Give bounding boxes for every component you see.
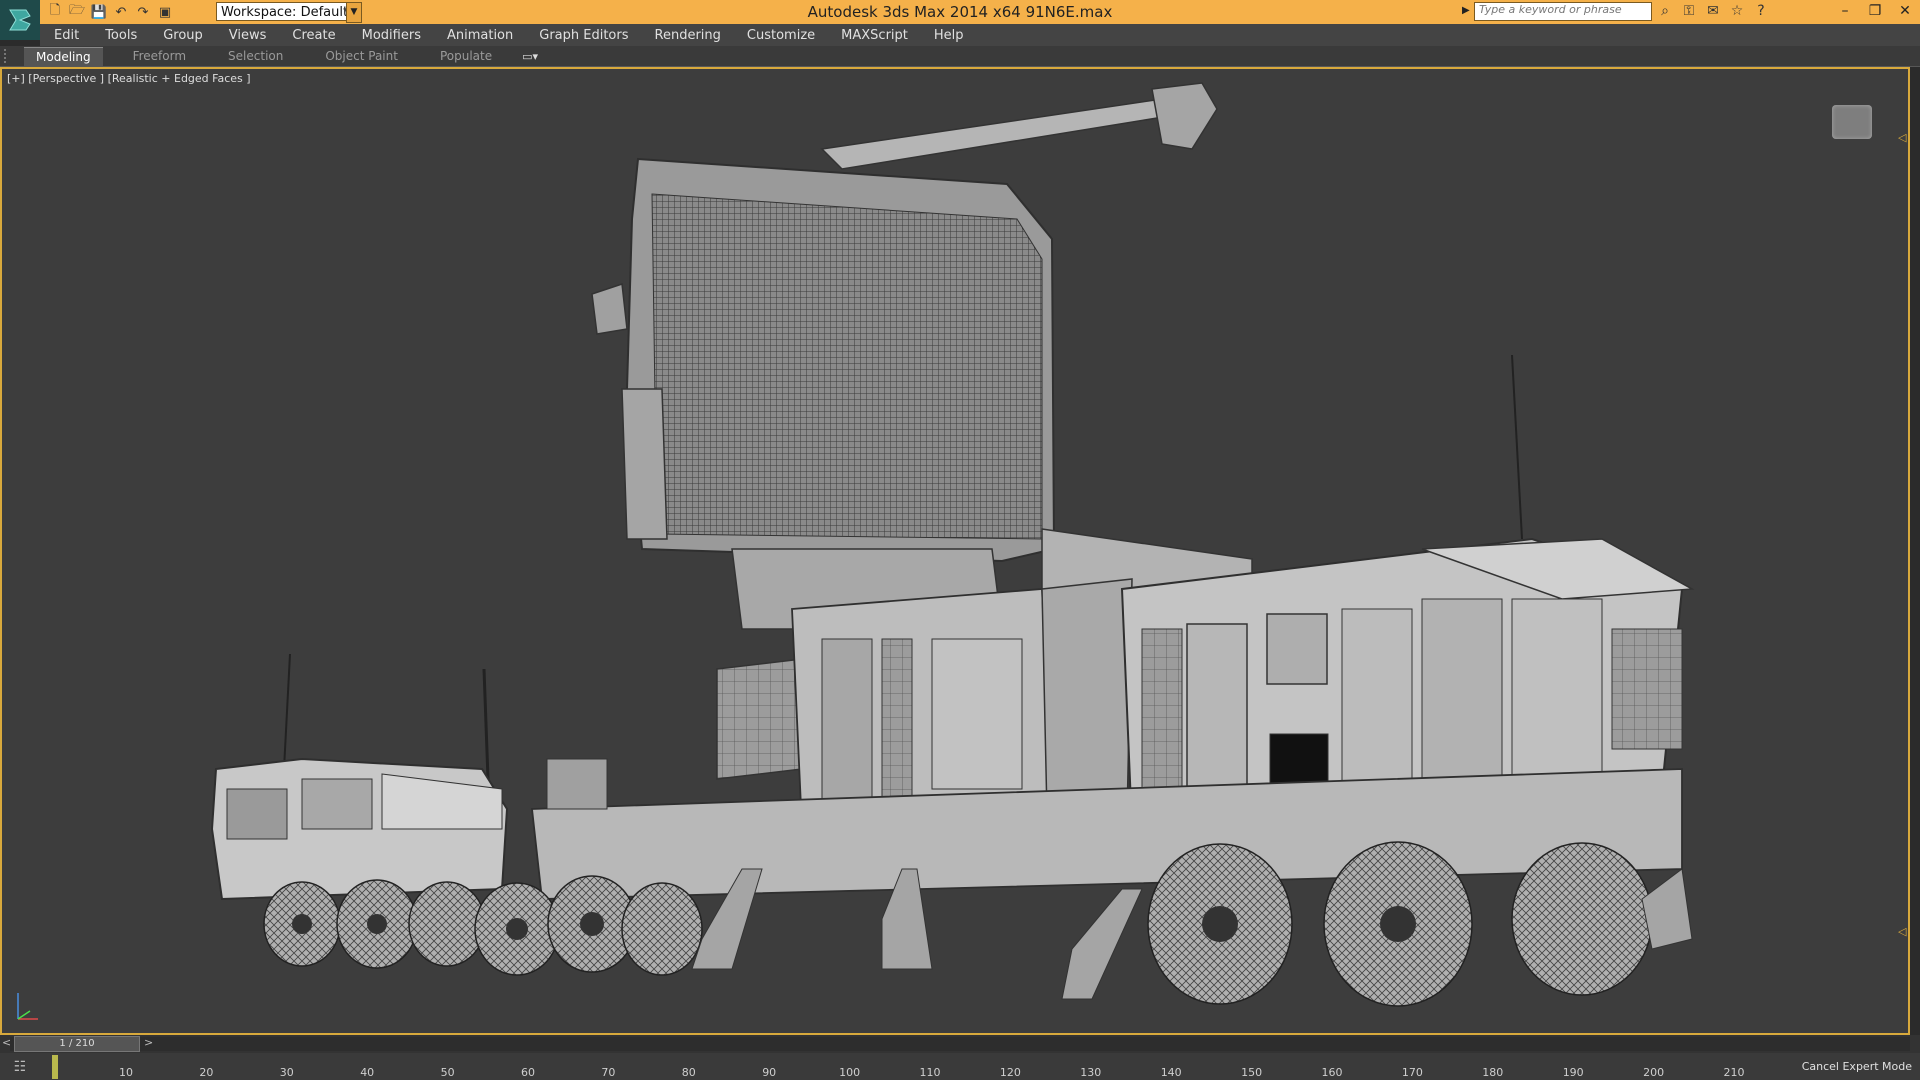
time-slider-handle[interactable]: 1 / 210 [14, 1036, 140, 1052]
timeline-tick-label: 180 [1482, 1066, 1504, 1079]
menu-tools[interactable]: Tools [105, 28, 137, 43]
menu-customize[interactable]: Customize [747, 28, 815, 43]
time-slider[interactable]: < 1 / 210 > [0, 1035, 1920, 1053]
help-icon[interactable]: ? [1752, 2, 1770, 20]
timeline-tick-label: 50 [440, 1066, 455, 1079]
info-center-toolbar: ⌕ ⚿ ✉ ☆ ? [1656, 2, 1770, 20]
menu-modifiers[interactable]: Modifiers [362, 28, 421, 43]
time-slider-next-button[interactable]: > [144, 1036, 153, 1049]
communication-center-icon[interactable]: ✉ [1704, 2, 1722, 20]
menu-help[interactable]: Help [934, 28, 964, 43]
timeline-tick-label: 10 [119, 1066, 133, 1079]
current-frame-marker [52, 1055, 58, 1079]
tab-modeling[interactable]: Modeling [24, 46, 103, 66]
timeline-tick-label: 200 [1643, 1066, 1665, 1079]
menu-group[interactable]: Group [163, 28, 203, 43]
track-bar: ☷ 10 20 30 40 50 60 70 80 90 100 110 120 130 140 150 16… [0, 1053, 1920, 1080]
menu-rendering[interactable]: Rendering [655, 28, 721, 43]
wheel-group-rear [1147, 841, 1653, 1007]
timeline-tick-label: 110 [919, 1066, 941, 1079]
restore-button[interactable]: ❐ [1860, 0, 1890, 22]
open-file-icon[interactable]: 🗁 [68, 3, 86, 21]
vehicle-model-render [210, 82, 1695, 1007]
menu-maxscript[interactable]: MAXScript [841, 28, 908, 43]
timeline-tick-label: 90 [762, 1066, 777, 1079]
menu-views[interactable]: Views [229, 28, 267, 43]
search-expand-icon[interactable]: ▶ [1462, 5, 1470, 16]
tab-selection[interactable]: Selection [216, 47, 295, 65]
ribbon-options-icon[interactable]: ▭▾ [522, 50, 538, 63]
timeline-tick-label: 170 [1401, 1066, 1423, 1079]
3dsmax-logo-icon[interactable] [0, 0, 40, 40]
quick-access-toolbar: 🗋 🗁 💾 ↶ ↷ ▣ [46, 2, 174, 22]
timeline-tick-label: 80 [681, 1066, 696, 1079]
workspace-menu-button[interactable]: ▼ [346, 2, 362, 23]
timeline-tick-label: 130 [1080, 1066, 1102, 1079]
save-icon[interactable]: 💾 [90, 3, 108, 21]
workspace-dropdown[interactable]: Workspace: Default ▼ [216, 2, 356, 21]
timeline-tick-label: 100 [839, 1066, 861, 1079]
timeline-tick-label: 150 [1241, 1066, 1263, 1079]
menu-edit[interactable]: Edit [54, 28, 79, 43]
project-folder-icon[interactable]: ▣ [156, 3, 174, 21]
menu-animation[interactable]: Animation [447, 28, 513, 43]
favorites-icon[interactable]: ☆ [1728, 2, 1746, 20]
redo-icon[interactable]: ↷ [134, 3, 152, 21]
window-controls: – ❐ ✕ [1830, 0, 1920, 22]
time-slider-track[interactable] [10, 1037, 1910, 1051]
timeline-tick-label: 70 [601, 1066, 616, 1079]
menu-graph-editors[interactable]: Graph Editors [539, 28, 628, 43]
perspective-viewport[interactable]: [+] [Perspective ] [Realistic + Edged Fa… [0, 67, 1910, 1035]
tab-populate[interactable]: Populate [428, 47, 504, 65]
timeline-ruler[interactable]: 10 20 30 40 50 60 70 80 90 100 110 120 130 140 150 160 1… [50, 1053, 1750, 1080]
timeline-tick-label: 190 [1562, 1066, 1584, 1079]
timeline-tick-label: 60 [521, 1066, 535, 1079]
ribbon-tab-bar: Modeling Freeform Selection Object Paint… [0, 46, 1920, 67]
timeline-tick-label: 40 [360, 1066, 375, 1079]
timeline-tick-label: 210 [1723, 1066, 1745, 1079]
timeline-tick-label: 20 [199, 1066, 214, 1079]
timeline-tick-label: 120 [999, 1066, 1021, 1079]
menu-bar: Edit Tools Group Views Create Modifiers … [40, 24, 1920, 46]
timeline-tick-label: 30 [279, 1066, 294, 1079]
key-icon[interactable]: ⚿ [1680, 2, 1698, 20]
menu-create[interactable]: Create [292, 28, 335, 43]
minimize-button[interactable]: – [1830, 0, 1860, 22]
title-bar: 🗋 🗁 💾 ↶ ↷ ▣ Workspace: Default ▼ ▼ Autod… [0, 0, 1920, 25]
tab-freeform[interactable]: Freeform [121, 47, 198, 65]
new-file-icon[interactable]: 🗋 [46, 3, 64, 21]
search-placeholder: Type a keyword or phrase [1479, 3, 1622, 16]
mini-curve-editor-icon[interactable]: ☷ [6, 1057, 34, 1077]
tab-object-paint[interactable]: Object Paint [313, 47, 410, 65]
viewcube[interactable] [1832, 105, 1872, 139]
undo-icon[interactable]: ↶ [112, 3, 130, 21]
timeline-tick-label: 160 [1321, 1066, 1343, 1079]
ribbon-grip[interactable] [4, 49, 14, 63]
cancel-expert-mode-button[interactable]: Cancel Expert Mode [1802, 1060, 1912, 1073]
search-input[interactable]: Type a keyword or phrase [1474, 2, 1652, 21]
timeline-tick-label: 140 [1160, 1066, 1182, 1079]
binoculars-icon[interactable]: ⌕ [1656, 2, 1674, 20]
axis-tripod-icon [17, 993, 38, 1020]
viewport-marker-top-icon: ◁ [1898, 131, 1907, 144]
viewport-marker-bottom-icon: ◁ [1898, 925, 1907, 938]
workspace-value: Workspace: Default [221, 5, 349, 20]
close-button[interactable]: ✕ [1890, 0, 1920, 22]
